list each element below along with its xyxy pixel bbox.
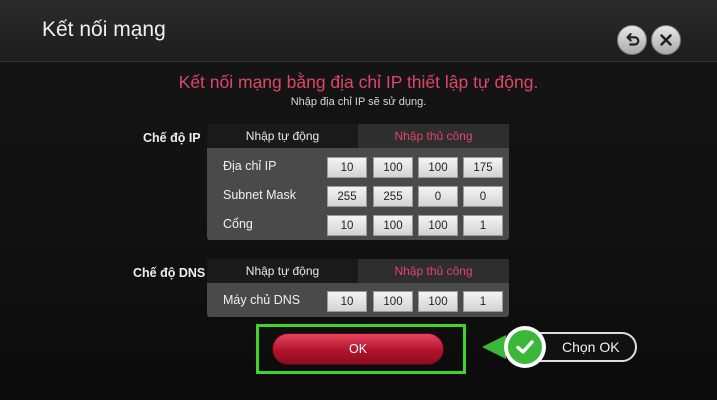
dns-server-octet-1[interactable]: 10 [327, 291, 367, 312]
back-arrow-icon [626, 33, 640, 46]
dns-server-octet-3[interactable]: 100 [418, 291, 458, 312]
ip-mode-tabs: Nhập tự động Nhập thủ công [207, 124, 509, 148]
gateway-octet-3[interactable]: 100 [418, 215, 458, 236]
gateway-octet-2[interactable]: 100 [373, 215, 413, 236]
ip-address-octet-3[interactable]: 100 [418, 157, 458, 178]
headline-message: Kết nối mạng bằng địa chỉ IP thiết lập t… [178, 72, 539, 92]
dns-server-row: Máy chủ DNS 10 100 100 1 [207, 289, 509, 313]
dns-mode-panel: Nhập tự động Nhập thủ công Máy chủ DNS 1… [207, 259, 509, 317]
title-bar: Kết nối mạng [0, 0, 717, 62]
gateway-label: Cổng [223, 217, 253, 231]
ip-address-label: Địa chỉ IP [223, 159, 277, 173]
subnet-mask-octet-4[interactable]: 0 [463, 186, 503, 207]
check-badge [504, 326, 546, 368]
dns-server-label: Máy chủ DNS [223, 293, 301, 307]
callout-pointer [482, 335, 506, 359]
tab-dns-manual[interactable]: Nhập thủ công [358, 259, 509, 283]
ok-button[interactable]: OK [272, 333, 444, 365]
dns-server-octet-4[interactable]: 1 [463, 291, 503, 312]
close-button[interactable] [651, 25, 681, 55]
instruction-text: Nhập địa chỉ IP sẽ sử dụng. [290, 96, 427, 108]
subnet-mask-octet-2[interactable]: 255 [373, 186, 413, 207]
dns-mode-tabs: Nhập tự động Nhập thủ công [207, 259, 509, 283]
dns-server-octet-2[interactable]: 100 [373, 291, 413, 312]
checkmark-icon [516, 340, 534, 354]
dns-mode-label: Chế độ DNS [133, 266, 206, 280]
tab-ip-auto[interactable]: Nhập tự động [207, 124, 358, 148]
callout-text: Chọn OK [562, 339, 620, 355]
ip-address-octet-1[interactable]: 10 [327, 157, 367, 178]
subnet-mask-octet-1[interactable]: 255 [327, 186, 367, 207]
ip-address-octet-2[interactable]: 100 [373, 157, 413, 178]
subnet-mask-octet-3[interactable]: 0 [418, 186, 458, 207]
ip-address-row: Địa chỉ IP 10 100 100 175 [207, 155, 509, 179]
tab-ip-manual[interactable]: Nhập thủ công [358, 124, 509, 148]
subnet-mask-row: Subnet Mask 255 255 0 0 [207, 184, 509, 208]
tab-dns-auto[interactable]: Nhập tự động [207, 259, 358, 283]
gateway-octet-4[interactable]: 1 [463, 215, 503, 236]
close-icon [660, 34, 672, 46]
back-button[interactable] [617, 25, 647, 55]
tv-screen: Kết nối mạng Kết nối mạng bằng địa chỉ I… [0, 0, 717, 400]
subnet-mask-label: Subnet Mask [223, 188, 296, 202]
window-title: Kết nối mạng [42, 18, 166, 41]
ip-mode-panel: Nhập tự động Nhập thủ công Địa chỉ IP 10… [207, 124, 509, 240]
gateway-row: Cổng 10 100 100 1 [207, 213, 509, 237]
ip-mode-label: Chế độ IP [143, 131, 201, 145]
ip-address-octet-4[interactable]: 175 [463, 157, 503, 178]
gateway-octet-1[interactable]: 10 [327, 215, 367, 236]
